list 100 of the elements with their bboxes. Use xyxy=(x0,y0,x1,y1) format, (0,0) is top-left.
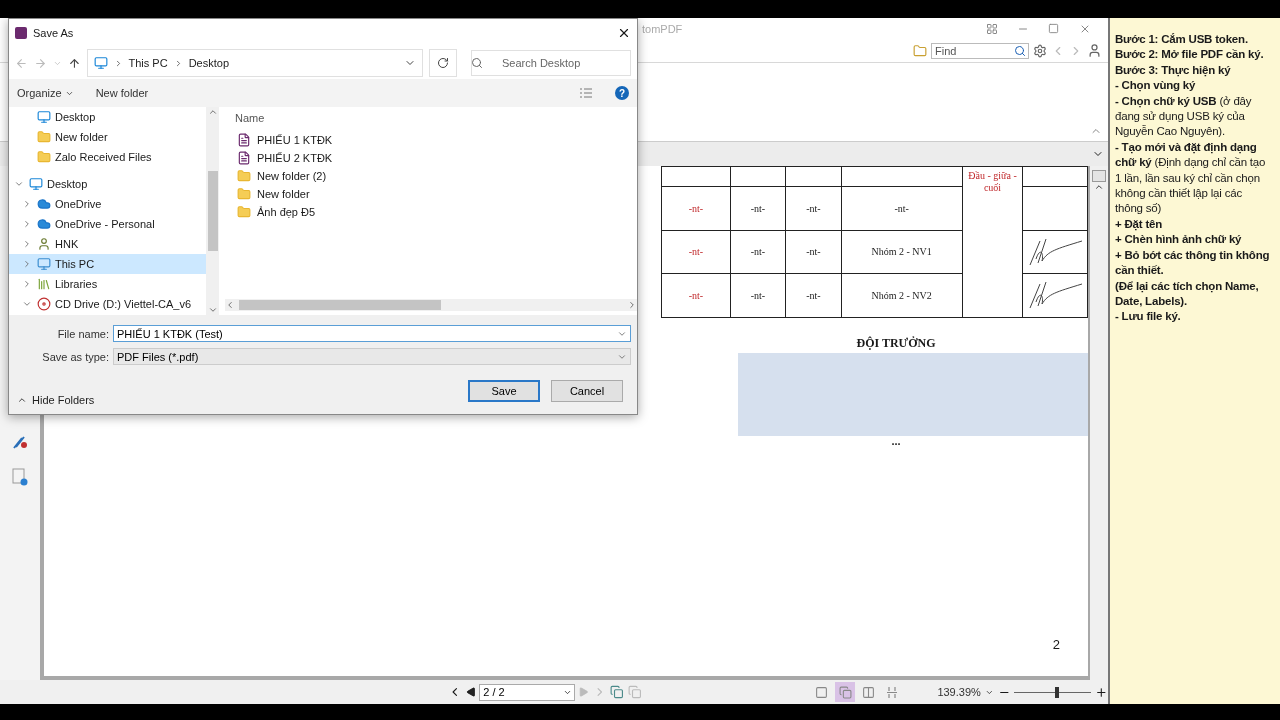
pdf-file-icon xyxy=(237,151,251,165)
view-options-icon[interactable] xyxy=(579,87,593,99)
zoom-level[interactable]: 139.39% xyxy=(937,686,981,699)
refresh-button[interactable] xyxy=(429,49,457,77)
command-button[interactable]: New folder xyxy=(95,87,149,99)
file-item[interactable]: New folder (2) xyxy=(225,167,637,185)
facing-pages-icon xyxy=(861,685,875,699)
file-item[interactable]: PHIẾU 1 KTĐK xyxy=(225,131,637,149)
scroll-left-icon[interactable] xyxy=(225,300,235,310)
note-text: + Đặt tên xyxy=(1115,216,1164,233)
folder-tree-item[interactable]: This PC xyxy=(9,254,206,274)
folder-tree-item[interactable]: New folder xyxy=(9,127,206,147)
note-text: - Lưu file ký. xyxy=(1115,309,1182,325)
breadcrumb[interactable]: This PC xyxy=(128,57,168,69)
expand-icon[interactable] xyxy=(22,199,32,209)
folder-tree-item[interactable]: HNK xyxy=(9,234,206,254)
folder-tree-item[interactable]: Zalo Received Files xyxy=(9,147,206,167)
file-item[interactable]: PHIẾU 2 KTĐK xyxy=(225,149,637,167)
back-icon[interactable] xyxy=(15,56,28,70)
search-icon[interactable] xyxy=(1014,44,1026,57)
library-icon xyxy=(37,277,51,291)
document-edit-icon[interactable] xyxy=(12,467,28,486)
pages-icon[interactable] xyxy=(628,685,642,700)
breadcrumb[interactable]: Desktop xyxy=(188,57,229,69)
page-number: 2 xyxy=(1052,637,1060,653)
user-icon[interactable] xyxy=(1087,43,1102,59)
pages-icon[interactable] xyxy=(610,685,624,700)
table-cell-text: -nt- xyxy=(688,289,704,301)
dialog-button[interactable]: Cancel xyxy=(551,380,623,402)
computer-icon xyxy=(37,257,51,271)
view-mode-button[interactable] xyxy=(835,682,855,703)
file-name-field[interactable]: PHIẾU 1 KTĐK (Test) xyxy=(113,325,631,342)
continuous-page-icon xyxy=(838,685,852,699)
folder-tree-item[interactable]: OneDrive - Personal xyxy=(9,214,206,234)
folder-tree-item[interactable]: CD Drive (D:) Viettel-CA_v6 xyxy=(9,294,206,314)
forward-icon[interactable] xyxy=(33,56,47,70)
note-text: + Bỏ bớt các thông tin không cần thiết. xyxy=(1115,247,1270,279)
expand-icon[interactable] xyxy=(22,279,32,289)
folder-tree-item[interactable]: Desktop xyxy=(9,174,206,194)
close-icon[interactable] xyxy=(617,26,631,40)
scroll-thumb[interactable] xyxy=(1092,169,1106,182)
expand-icon[interactable] xyxy=(22,219,32,229)
file-item[interactable]: New folder xyxy=(225,185,637,203)
find-field[interactable]: Find xyxy=(931,42,1029,59)
computer-icon xyxy=(93,56,108,70)
note-text: (Để lại các tích chọn Name, Date, Labels). xyxy=(1115,278,1260,309)
settings-icon[interactable] xyxy=(1033,43,1047,58)
folder-tree-item[interactable]: Libraries xyxy=(9,274,206,294)
file-type-dropdown[interactable]: PDF Files (*.pdf) xyxy=(113,348,631,365)
table-cell-text: -nt- xyxy=(750,202,766,214)
grid-icon[interactable] xyxy=(985,22,998,35)
folder-icon xyxy=(37,150,51,164)
help-icon[interactable]: ? xyxy=(615,86,629,100)
next-page-icon[interactable] xyxy=(579,687,590,697)
column-header[interactable]: Name xyxy=(235,111,637,125)
dialog-button[interactable]: Save xyxy=(468,380,540,402)
desktop-icon xyxy=(37,110,51,124)
folder-icon xyxy=(237,187,251,201)
disc-icon xyxy=(37,297,51,311)
up-icon[interactable] xyxy=(67,56,81,70)
table-cell-text: -nt- xyxy=(750,246,766,258)
folder-tree-item[interactable]: OneDrive xyxy=(9,194,206,214)
caret-icon xyxy=(17,395,27,405)
folder-tree-item[interactable]: Desktop xyxy=(9,107,206,127)
search-field[interactable]: Search Desktop xyxy=(471,50,631,76)
previous-page-icon[interactable] xyxy=(465,687,476,697)
folder-icon xyxy=(237,205,251,219)
table-cell-text: -nt- xyxy=(750,289,766,301)
hide-folders-button[interactable]: Hide Folders xyxy=(17,394,95,406)
signer-title: ĐỘI TRƯỞNG xyxy=(855,335,937,351)
restore-icon[interactable] xyxy=(1048,23,1059,35)
note-text: - Tạo mới và đặt định dạng chữ ký (Định dạng chỉ cần tạo 1 lần, lần sau ký chỉ cần chọn không cần thiết lập lại các thông số) xyxy=(1115,139,1267,217)
table-cell-text: -nt- xyxy=(806,289,821,301)
file-item[interactable]: Ảnh đẹp Đ5 xyxy=(225,203,637,221)
expand-icon[interactable] xyxy=(22,259,32,269)
note-text: Bước 1: Cắm USB token. xyxy=(1115,32,1249,47)
scroll-down-icon[interactable] xyxy=(207,305,218,315)
single-page-icon xyxy=(815,685,829,699)
command-button[interactable]: Organize xyxy=(17,87,74,99)
cloud-icon xyxy=(37,217,51,231)
zoom-in-icon[interactable] xyxy=(1095,685,1109,699)
field-label: File name: xyxy=(56,327,110,340)
desktop-icon xyxy=(29,177,43,191)
folder-search-icon[interactable] xyxy=(913,43,927,58)
expand-icon[interactable] xyxy=(22,239,32,249)
collapse-icon[interactable] xyxy=(14,179,24,189)
app-title: tomPDF xyxy=(642,22,683,35)
dialog-title: Save As xyxy=(33,27,75,39)
scrollbar[interactable] xyxy=(225,299,637,311)
collapse-icon[interactable] xyxy=(22,299,32,309)
scroll-up-icon[interactable] xyxy=(207,107,218,117)
user-icon xyxy=(37,237,51,251)
folder-icon xyxy=(37,130,51,144)
address-bar[interactable]: This PC Desktop xyxy=(86,49,424,77)
note-text: Bước 3: Thực hiện ký xyxy=(1115,62,1232,79)
table-cell-text: Nhóm 2 - NV1 xyxy=(871,246,932,258)
table-cell-text: -nt- xyxy=(688,246,704,258)
page-field[interactable]: 2 / 2 xyxy=(479,683,576,701)
note-text: Bước 2: Mở file PDF cần ký. xyxy=(1115,47,1265,63)
scroll-right-icon[interactable] xyxy=(627,300,637,310)
